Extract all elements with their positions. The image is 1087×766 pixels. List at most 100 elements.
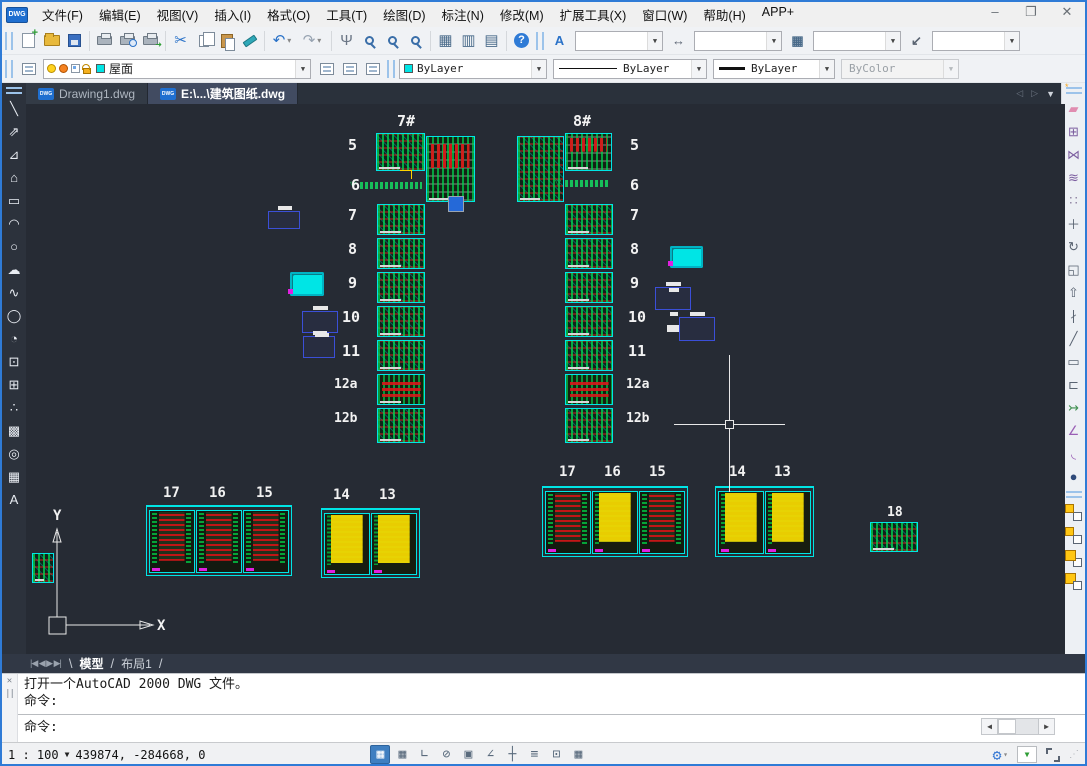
join-tool-icon[interactable]: ↣ bbox=[1063, 397, 1084, 418]
color-combo-arrow[interactable]: ▼ bbox=[531, 60, 546, 78]
ellipse-tool-icon[interactable]: ◯ bbox=[4, 305, 25, 326]
figure-label[interactable]: 16 bbox=[209, 485, 226, 501]
menu-item-0[interactable]: 文件(F) bbox=[34, 2, 91, 27]
figure-label[interactable]: 7 bbox=[630, 206, 639, 224]
figure-label[interactable]: 17 bbox=[559, 464, 576, 480]
mleader-style-combo[interactable]: ▼ bbox=[932, 31, 1020, 51]
figure-label[interactable]: 16 bbox=[604, 464, 621, 480]
line-tool-icon[interactable]: ╲ bbox=[4, 98, 25, 119]
mirror-tool-icon[interactable]: ⋈ bbox=[1063, 144, 1084, 165]
figure-label[interactable]: 18 bbox=[887, 505, 903, 520]
document-tab-0[interactable]: DWGDrawing1.dwg bbox=[26, 83, 148, 104]
designcenter-icon[interactable]: ▦ bbox=[434, 29, 457, 52]
snap-mode-toggle[interactable]: ▦ bbox=[392, 745, 412, 764]
rotate-tool-icon[interactable]: ↻ bbox=[1063, 236, 1084, 257]
plan-thumbnail[interactable] bbox=[565, 238, 613, 269]
plan-thumbnail[interactable] bbox=[565, 306, 613, 337]
layer-states-manager-icon[interactable] bbox=[361, 57, 384, 80]
redo-icon[interactable]: ↷▾ bbox=[298, 29, 328, 52]
linetype-combo[interactable]: ByLayer ▼ bbox=[553, 59, 707, 79]
chamfer-tool-icon[interactable]: ∠ bbox=[1063, 420, 1084, 441]
plan-thumbnail[interactable] bbox=[565, 133, 612, 171]
elevation-sheet[interactable] bbox=[765, 491, 811, 554]
command-close-icon[interactable]: ✕ bbox=[7, 676, 12, 686]
menu-item-3[interactable]: 插入(I) bbox=[206, 2, 259, 27]
text-style-icon[interactable]: A bbox=[548, 29, 571, 52]
plan-thumbnail[interactable] bbox=[565, 374, 613, 405]
dim-style-combo-arrow[interactable]: ▼ bbox=[766, 32, 781, 50]
figure-label[interactable]: 11 bbox=[342, 342, 360, 360]
command-scrollbar[interactable]: ◀ ▶ bbox=[981, 718, 1055, 735]
menu-item-5[interactable]: 工具(T) bbox=[318, 2, 375, 27]
polygon-tool-icon[interactable]: ⌂ bbox=[4, 167, 25, 188]
zoom-window-icon[interactable] bbox=[381, 29, 404, 52]
plan-thumbnail[interactable] bbox=[377, 408, 425, 443]
table-style-combo-arrow[interactable]: ▼ bbox=[885, 32, 900, 50]
array-tool-icon[interactable]: ∷ bbox=[1063, 190, 1084, 211]
layout-nav-arrows[interactable]: |◀ ◀ ▶ ▶| bbox=[30, 658, 61, 669]
open-file-icon[interactable] bbox=[40, 29, 63, 52]
trim-tool-icon[interactable]: ▭ bbox=[1063, 351, 1084, 372]
extend-tool-icon[interactable]: ⊏ bbox=[1063, 374, 1084, 395]
text-style-combo[interactable]: ▼ bbox=[575, 31, 663, 51]
viewport-scale[interactable]: 1 : 100 bbox=[8, 748, 59, 762]
command-prompt[interactable]: 命令: bbox=[24, 719, 58, 736]
erase-tool-icon[interactable]: ▰ bbox=[1063, 98, 1084, 119]
region-tool-icon[interactable]: ◎ bbox=[4, 443, 25, 464]
multiline-text-tool-icon[interactable]: A bbox=[4, 489, 25, 510]
layer-properties-manager-icon[interactable] bbox=[17, 57, 40, 80]
plan-thumbnail[interactable] bbox=[377, 204, 425, 235]
menu-item-7[interactable]: 标注(N) bbox=[434, 2, 492, 27]
document-tab-1[interactable]: DWGE:\...\建筑图纸.dwg bbox=[148, 83, 298, 104]
figure-label[interactable]: 12b bbox=[334, 411, 357, 426]
scrollbar-track[interactable] bbox=[998, 718, 1038, 735]
spline-tool-icon[interactable]: ∿ bbox=[4, 282, 25, 303]
figure-label[interactable]: 15 bbox=[649, 464, 666, 480]
scrollbar-thumb[interactable] bbox=[998, 719, 1016, 734]
make-object-layer-current-icon[interactable] bbox=[315, 57, 338, 80]
match-properties-icon[interactable] bbox=[238, 29, 261, 52]
dim-style-icon[interactable]: ↔ bbox=[667, 29, 690, 52]
figure-label[interactable]: 14 bbox=[729, 464, 746, 480]
tool-palettes-icon[interactable]: ▤ bbox=[480, 29, 503, 52]
status-options-dropdown[interactable]: ▼ bbox=[1017, 746, 1037, 763]
scale-tool-icon[interactable]: ◱ bbox=[1063, 259, 1084, 280]
tab-scroll-left-icon[interactable]: ◁ bbox=[1016, 88, 1023, 99]
layer-previous-icon[interactable] bbox=[338, 57, 361, 80]
explode-tool-icon[interactable]: ●* bbox=[1063, 466, 1084, 487]
pan-icon[interactable]: Ψ bbox=[335, 29, 358, 52]
dynamic-ucs-toggle[interactable]: ▦ bbox=[568, 745, 588, 764]
copy-clip-icon[interactable] bbox=[192, 29, 215, 52]
figure-label[interactable]: 6 bbox=[351, 176, 360, 194]
arc-tool-icon[interactable]: ◠ bbox=[4, 213, 25, 234]
highlighted-block[interactable] bbox=[290, 272, 324, 296]
copy-object-tool-icon[interactable]: ⊞ bbox=[1063, 121, 1084, 142]
dynamic-input-toggle[interactable]: ┼ bbox=[502, 745, 522, 764]
figure-label[interactable]: 9 bbox=[630, 274, 639, 292]
menu-item-1[interactable]: 编辑(E) bbox=[91, 2, 149, 27]
insert-block-tool-icon[interactable]: ⊡ bbox=[4, 351, 25, 372]
hatch-tool-icon[interactable]: ▩ bbox=[4, 420, 25, 441]
plan-thumbnail[interactable] bbox=[565, 340, 613, 371]
point-tool-icon[interactable]: ∴ bbox=[4, 397, 25, 418]
annotation-text[interactable] bbox=[360, 182, 422, 189]
cut-icon[interactable]: ✂ bbox=[169, 29, 192, 52]
menu-item-2[interactable]: 视图(V) bbox=[149, 2, 207, 27]
highlighted-block[interactable] bbox=[670, 246, 703, 268]
new-file-icon[interactable] bbox=[17, 29, 40, 52]
layout-tab-模型[interactable]: 模型 bbox=[77, 655, 107, 672]
table-style-icon[interactable]: ▦ bbox=[786, 29, 809, 52]
tab-scroll-right-icon[interactable]: ▷ bbox=[1031, 88, 1038, 99]
construction-line-tool-icon[interactable]: ⇗ bbox=[4, 121, 25, 142]
draw-toolbar-grip[interactable] bbox=[6, 87, 22, 94]
publish-icon[interactable] bbox=[139, 29, 162, 52]
figure-label[interactable]: 6 bbox=[630, 176, 639, 194]
figure-label[interactable]: 12b bbox=[626, 411, 649, 426]
figure-label[interactable]: 5 bbox=[630, 136, 639, 154]
lineweight-display-toggle[interactable]: ≡ bbox=[524, 745, 544, 764]
figure-label[interactable]: 8 bbox=[630, 240, 639, 258]
selection-cycling-toggle[interactable]: ⊡ bbox=[546, 745, 566, 764]
ellipse-arc-tool-icon[interactable]: ◔ bbox=[4, 328, 25, 349]
properties-palette-icon[interactable]: ▥ bbox=[457, 29, 480, 52]
break-tool-icon[interactable]: ╱ bbox=[1063, 328, 1084, 349]
